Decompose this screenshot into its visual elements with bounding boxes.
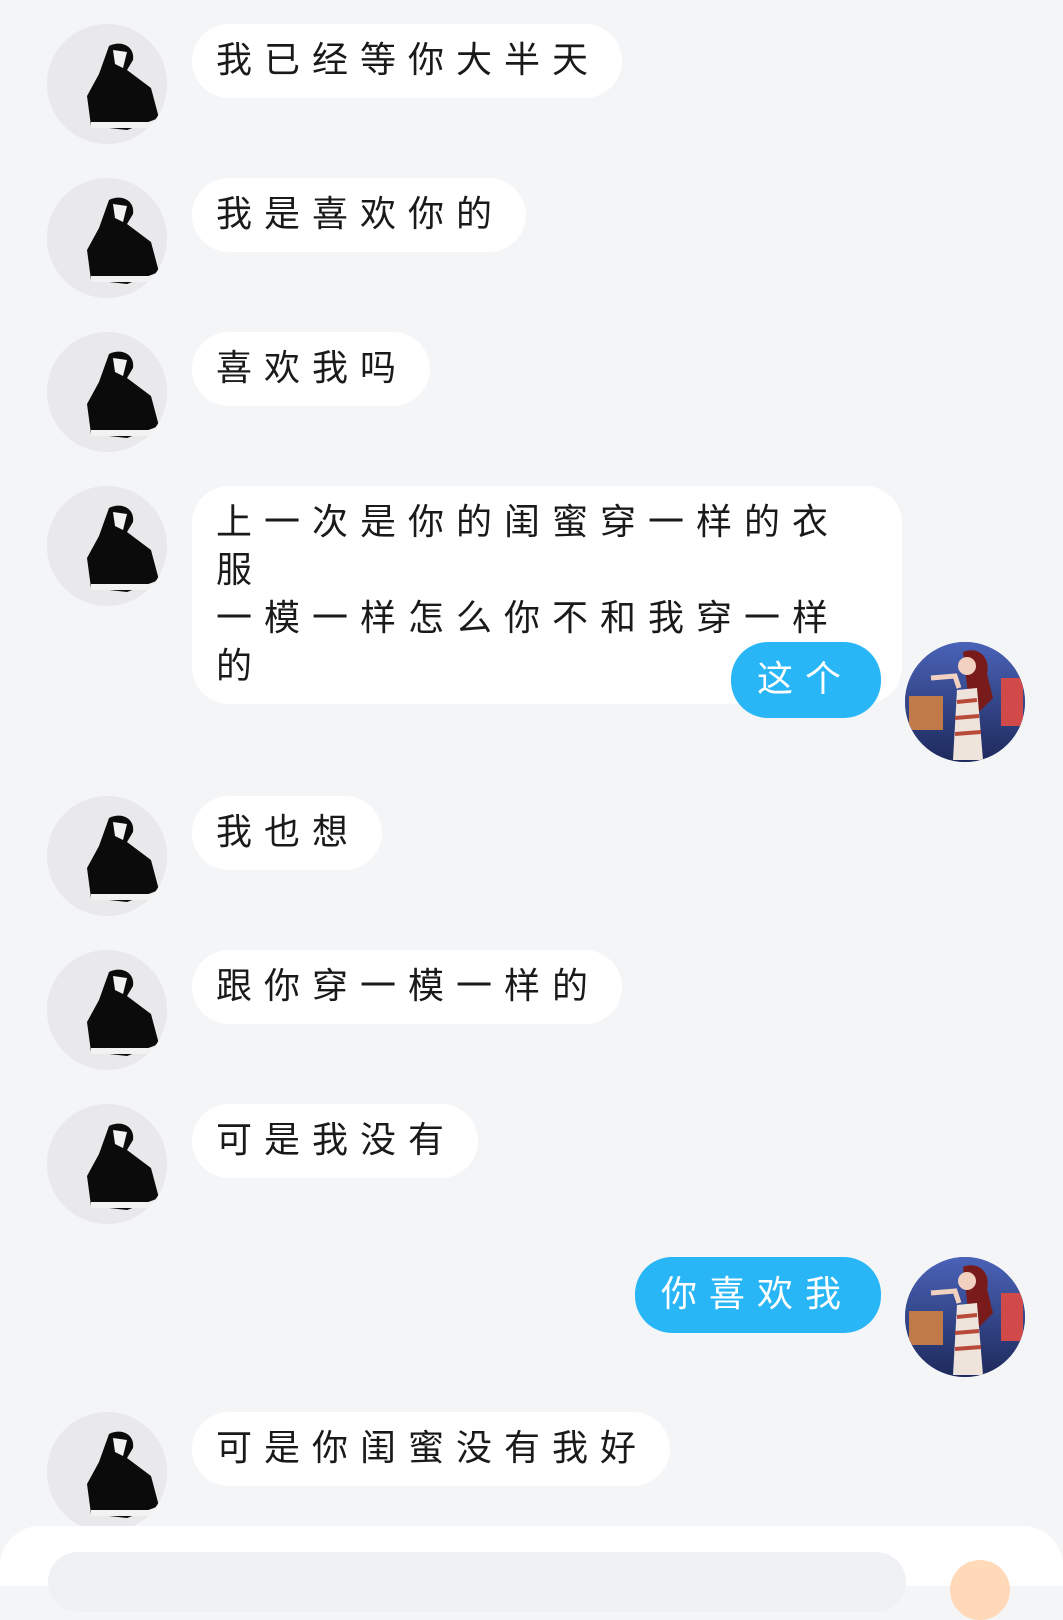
chat-thread[interactable]: 我已经等你大半天 我是喜欢你的 喜欢我吗 上一次是你的闺蜜穿一样的衣服 一模一样… — [0, 0, 1063, 1580]
contact-avatar[interactable] — [47, 1104, 167, 1224]
contact-avatar[interactable] — [47, 796, 167, 916]
user-avatar[interactable] — [905, 642, 1025, 762]
message-bubble[interactable]: 我是喜欢你的 — [192, 178, 527, 252]
contact-avatar[interactable] — [47, 178, 167, 298]
message-bubble[interactable]: 可是你闺蜜没有我好 — [192, 1412, 671, 1486]
contact-avatar[interactable] — [47, 24, 167, 144]
message-input[interactable] — [48, 1552, 906, 1612]
message-bubble[interactable]: 这个 — [730, 642, 881, 718]
contact-avatar[interactable] — [47, 950, 167, 1070]
contact-avatar[interactable] — [47, 486, 167, 606]
message-bubble[interactable]: 我已经等你大半天 — [192, 24, 623, 98]
emoji-icon[interactable] — [950, 1560, 1010, 1620]
user-avatar[interactable] — [905, 1257, 1025, 1377]
message-bubble[interactable]: 可是我没有 — [192, 1104, 479, 1178]
contact-avatar[interactable] — [47, 1412, 167, 1532]
message-bubble[interactable]: 你喜欢我 — [634, 1257, 881, 1333]
message-bubble[interactable]: 我也想 — [192, 796, 383, 870]
message-bubble[interactable]: 跟你穿一模一样的 — [192, 950, 623, 1024]
composer-bar — [0, 1526, 1063, 1620]
message-bubble[interactable]: 喜欢我吗 — [192, 332, 431, 406]
contact-avatar[interactable] — [47, 332, 167, 452]
